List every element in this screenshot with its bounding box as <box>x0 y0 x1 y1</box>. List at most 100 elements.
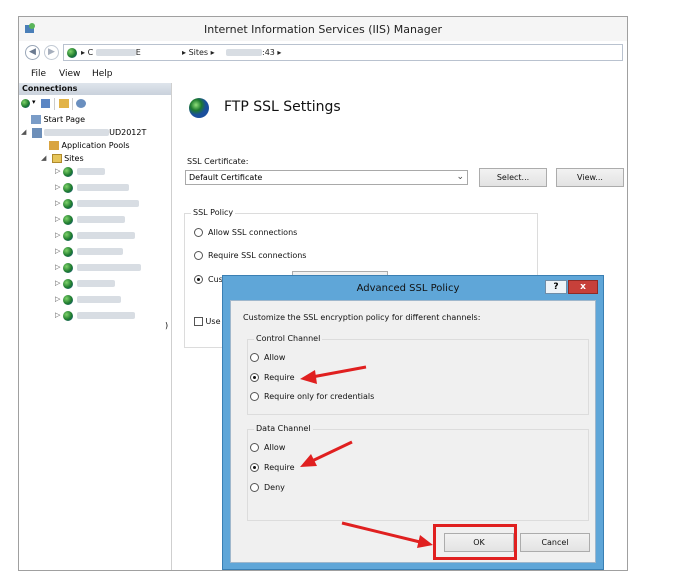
data-deny-radio[interactable]: Deny <box>250 483 285 492</box>
site-name-redacted <box>77 264 141 271</box>
site-globe-icon <box>63 278 73 289</box>
collapse-sites-icon[interactable]: ◢ <box>41 152 49 165</box>
use-checkbox-box <box>194 317 203 326</box>
site-globe-icon <box>63 230 73 241</box>
site-globe-icon <box>63 246 73 257</box>
data-allow-label: Allow <box>264 443 286 452</box>
site-name-redacted <box>77 216 125 223</box>
tree-site-item[interactable]: ▷ <box>55 229 135 242</box>
remove-connection-icon[interactable] <box>76 99 86 108</box>
site-name-redacted <box>77 280 115 287</box>
globe-icon <box>67 48 77 59</box>
data-allow-radio[interactable]: Allow <box>250 443 285 452</box>
site-globe-icon <box>63 182 73 193</box>
control-allow-label: Allow <box>264 353 286 362</box>
start-page-label: Start Page <box>43 115 85 124</box>
tree-site-item[interactable]: ▷ <box>55 245 123 258</box>
select-button[interactable]: Select... <box>479 168 547 187</box>
data-deny-circle <box>250 483 259 492</box>
ftp-ssl-globe-icon <box>188 97 210 122</box>
expand-icon[interactable]: ▷ <box>55 277 63 290</box>
ok-highlight-box <box>433 524 517 560</box>
expand-icon[interactable]: ▷ <box>55 197 63 210</box>
site-globe-icon <box>63 294 73 305</box>
tree-sites[interactable]: ◢ Sites <box>41 152 84 165</box>
folder-up-icon[interactable] <box>59 99 69 108</box>
crumb-server-tail: E <box>135 48 141 57</box>
server-name-tail: UD2012T <box>109 128 147 137</box>
expand-icon[interactable]: ▷ <box>55 165 63 178</box>
connections-toolbar: ▾ <box>19 96 171 112</box>
tree-application-pools[interactable]: Application Pools <box>49 139 130 152</box>
data-require-radio[interactable]: Require <box>250 463 295 472</box>
site-name-redacted <box>77 248 123 255</box>
crumb-sites-text: Sites <box>188 48 209 57</box>
crumb-site[interactable]: :43 ▸ <box>226 48 281 57</box>
control-allow-radio[interactable]: Allow <box>250 353 285 362</box>
close-button[interactable]: x <box>568 280 598 294</box>
expand-icon[interactable]: ▷ <box>55 229 63 242</box>
site-name-redacted <box>77 312 135 319</box>
custom-radio-circle <box>194 275 203 284</box>
data-require-circle <box>250 463 259 472</box>
forward-icon[interactable]: ▶ <box>44 45 59 60</box>
expand-icon[interactable]: ▷ <box>55 213 63 226</box>
back-icon[interactable]: ◀ <box>25 45 40 60</box>
menu-file[interactable]: File <box>31 69 46 79</box>
use-checkbox[interactable]: Use <box>194 317 221 326</box>
require-ssl-radio[interactable]: Require SSL connections <box>194 251 306 260</box>
tree-site-item[interactable]: ▷ <box>55 277 115 290</box>
site-globe-icon <box>63 198 73 209</box>
control-require-circle <box>250 373 259 382</box>
expand-icon[interactable]: ▷ <box>55 181 63 194</box>
expand-icon[interactable]: ▷ <box>55 245 63 258</box>
crumb-site-tail: :43 <box>262 48 275 57</box>
truncated-paren: ) <box>165 321 169 330</box>
site-name-redacted <box>77 296 121 303</box>
ssl-certificate-select[interactable]: Default Certificate ⌄ <box>185 170 468 185</box>
ssl-certificate-value: Default Certificate <box>189 173 263 182</box>
site-name-redacted <box>77 184 129 191</box>
menu-bar: File View Help <box>19 65 627 84</box>
dialog-body: Customize the SSL encryption policy for … <box>230 300 596 563</box>
control-credentials-radio[interactable]: Require only for credentials <box>250 392 374 401</box>
tree-site-item[interactable]: ▷ <box>55 181 129 194</box>
title-bar: Internet Information Services (IIS) Mana… <box>19 17 627 42</box>
control-require-radio[interactable]: Require <box>250 373 295 382</box>
allow-ssl-radio[interactable]: Allow SSL connections <box>194 228 297 237</box>
tree-site-item[interactable]: ▷ <box>55 261 141 274</box>
require-ssl-label: Require SSL connections <box>208 251 307 260</box>
expand-icon[interactable]: ▷ <box>55 261 63 274</box>
tree-site-item[interactable]: ▷ <box>55 165 105 178</box>
crumb-server-text: C <box>87 48 94 57</box>
expand-icon[interactable]: ▷ <box>55 309 63 322</box>
menu-view[interactable]: View <box>59 69 80 79</box>
tree-site-item[interactable]: ▷ <box>55 213 125 226</box>
menu-help[interactable]: Help <box>92 69 113 79</box>
crumb-server[interactable]: ▸ C E <box>81 48 141 57</box>
tree-server[interactable]: ◢ UD2012T <box>21 126 146 139</box>
address-path[interactable]: ▸ C E ▸ Sites ▸ :43 ▸ <box>63 44 623 61</box>
collapse-icon[interactable]: ◢ <box>21 126 29 139</box>
data-deny-label: Deny <box>264 483 285 492</box>
tree-site-item[interactable]: ▷ <box>55 197 139 210</box>
save-icon[interactable] <box>41 99 50 108</box>
toolbar-divider <box>54 98 55 110</box>
crumb-sites[interactable]: ▸ Sites ▸ <box>182 48 215 57</box>
use-checkbox-label: Use <box>205 317 221 326</box>
site-globe-icon <box>63 166 73 177</box>
data-allow-circle <box>250 443 259 452</box>
help-button[interactable]: ? <box>545 280 567 294</box>
dropdown-icon[interactable]: ▾ <box>32 98 36 106</box>
require-ssl-radio-circle <box>194 251 203 260</box>
site-name-redacted <box>77 200 139 207</box>
cancel-button[interactable]: Cancel <box>520 533 590 552</box>
connect-icon[interactable] <box>21 99 30 109</box>
allow-ssl-label: Allow SSL connections <box>208 228 298 237</box>
tree-site-item[interactable]: ▷ <box>55 293 121 306</box>
site-globe-icon <box>63 262 73 273</box>
expand-icon[interactable]: ▷ <box>55 293 63 306</box>
tree-start-page[interactable]: Start Page <box>31 113 85 126</box>
view-button[interactable]: View... <box>556 168 624 187</box>
tree-site-item[interactable]: ▷ <box>55 309 135 322</box>
